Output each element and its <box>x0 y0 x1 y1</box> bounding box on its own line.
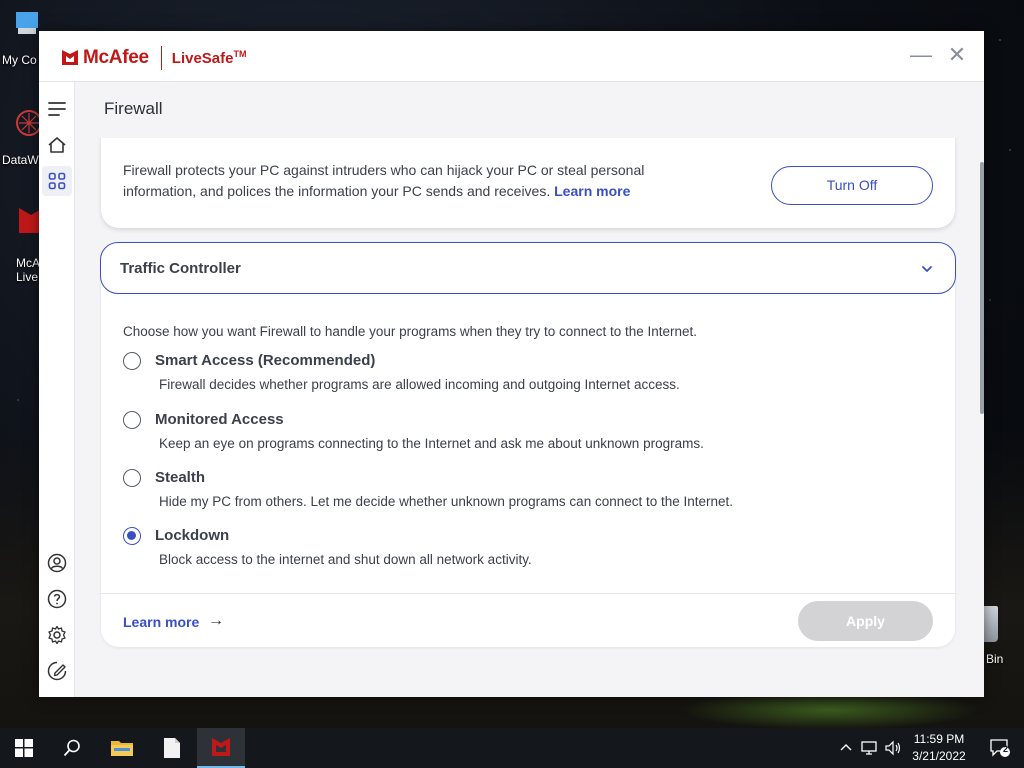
radio-lockdown[interactable] <box>123 527 141 545</box>
home-icon <box>48 137 66 153</box>
help-button[interactable] <box>42 584 72 614</box>
clock-date: 3/21/2022 <box>912 749 966 763</box>
title-bar: McAfee LiveSafeTM — ✕ <box>39 31 984 82</box>
brand-logo: McAfee LiveSafeTM <box>61 46 246 70</box>
main-content: Firewall Firewall protects your PC again… <box>75 82 984 697</box>
grid-icon <box>48 172 66 190</box>
radio-smart-access[interactable] <box>123 352 141 370</box>
desktop-icon-my-computer[interactable]: My Co <box>2 10 42 67</box>
hamburger-menu-icon <box>48 102 66 116</box>
minimize-button[interactable]: — <box>906 41 936 71</box>
clock-time: 11:59 PM <box>913 732 965 746</box>
option-label: Stealth <box>155 469 206 486</box>
close-button[interactable]: ✕ <box>942 41 972 71</box>
radio-monitored-access[interactable] <box>123 411 141 429</box>
taskbar-file-explorer[interactable] <box>98 728 146 768</box>
taskbar: 11:59 PM 3/21/2022 2 <box>0 728 1024 768</box>
document-icon <box>164 738 180 758</box>
chevron-down-icon <box>922 266 932 272</box>
sidebar <box>39 82 75 697</box>
traffic-controller-footer: Learn more → Apply <box>101 593 955 647</box>
recycle-bin-label: Bin <box>986 652 1004 666</box>
network-icon[interactable] <box>860 740 878 756</box>
radio-stealth[interactable] <box>123 469 141 487</box>
option-label: Lockdown <box>155 527 230 544</box>
option-label: Smart Access (Recommended) <box>155 352 376 369</box>
menu-button[interactable] <box>42 94 72 124</box>
windows-logo-icon <box>15 739 33 757</box>
system-tray <box>838 728 902 768</box>
page-title: Firewall <box>104 99 163 118</box>
folder-icon <box>111 741 133 756</box>
option-label: Monitored Access <box>155 411 284 428</box>
feedback-icon <box>47 661 67 681</box>
option-description: Firewall decides whether programs are al… <box>159 377 680 392</box>
notification-count: 2 <box>1003 744 1009 754</box>
account-button[interactable] <box>42 548 72 578</box>
brand-name: McAfee <box>83 47 149 68</box>
firewall-card: Firewall protects your PC against intrud… <box>101 138 955 228</box>
traffic-controller-card: Traffic Controller Choose how you want F… <box>100 242 956 647</box>
start-button[interactable] <box>0 728 48 768</box>
mcafee-shield-icon <box>62 50 78 65</box>
traffic-controller-title: Traffic Controller <box>120 260 241 277</box>
apps-button[interactable] <box>42 166 72 196</box>
firewall-description: Firewall protects your PC against intrud… <box>123 162 645 199</box>
taskbar-clock[interactable]: 11:59 PM 3/21/2022 <box>905 731 973 765</box>
option-description: Hide my PC from others. Let me decide wh… <box>159 494 734 509</box>
volume-icon[interactable] <box>884 740 902 756</box>
taskbar-notepad[interactable] <box>148 728 196 768</box>
scroll-area[interactable]: Firewall protects your PC against intrud… <box>75 138 984 697</box>
brand-divider <box>160 46 162 70</box>
chevron-up-icon[interactable] <box>838 740 854 756</box>
mcafee-window: McAfee LiveSafeTM — ✕ Firewall Firewall … <box>39 31 984 697</box>
traffic-controller-header[interactable]: Traffic Controller <box>100 242 956 294</box>
search-icon <box>63 739 80 757</box>
arrow-right-icon[interactable]: → <box>208 612 224 630</box>
scrollbar[interactable] <box>980 162 984 414</box>
apply-button[interactable]: Apply <box>798 601 933 641</box>
firewall-learn-more-link[interactable]: Learn more <box>554 183 630 199</box>
taskbar-mcafee[interactable] <box>197 728 245 768</box>
traffic-learn-more-link[interactable]: Learn more <box>123 614 199 630</box>
help-icon <box>47 589 67 609</box>
option-description: Keep an eye on programs connecting to th… <box>159 436 704 451</box>
gear-icon <box>48 625 66 645</box>
option-description: Block access to the internet and shut do… <box>159 552 532 567</box>
feedback-button[interactable] <box>42 656 72 686</box>
action-center-button[interactable]: 2 <box>976 728 1024 768</box>
product-name: LiveSafeTM <box>171 49 247 67</box>
traffic-controller-intro: Choose how you want Firewall to handle y… <box>123 324 698 339</box>
desktop-icon-dataw[interactable]: DataW <box>2 108 42 167</box>
turn-off-button[interactable]: Turn Off <box>771 166 933 205</box>
search-button[interactable] <box>48 728 96 768</box>
settings-button[interactable] <box>42 620 72 650</box>
mcafee-taskbar-icon <box>212 738 230 756</box>
user-icon <box>47 553 67 573</box>
home-button[interactable] <box>42 130 72 160</box>
computer-icon <box>16 12 38 34</box>
